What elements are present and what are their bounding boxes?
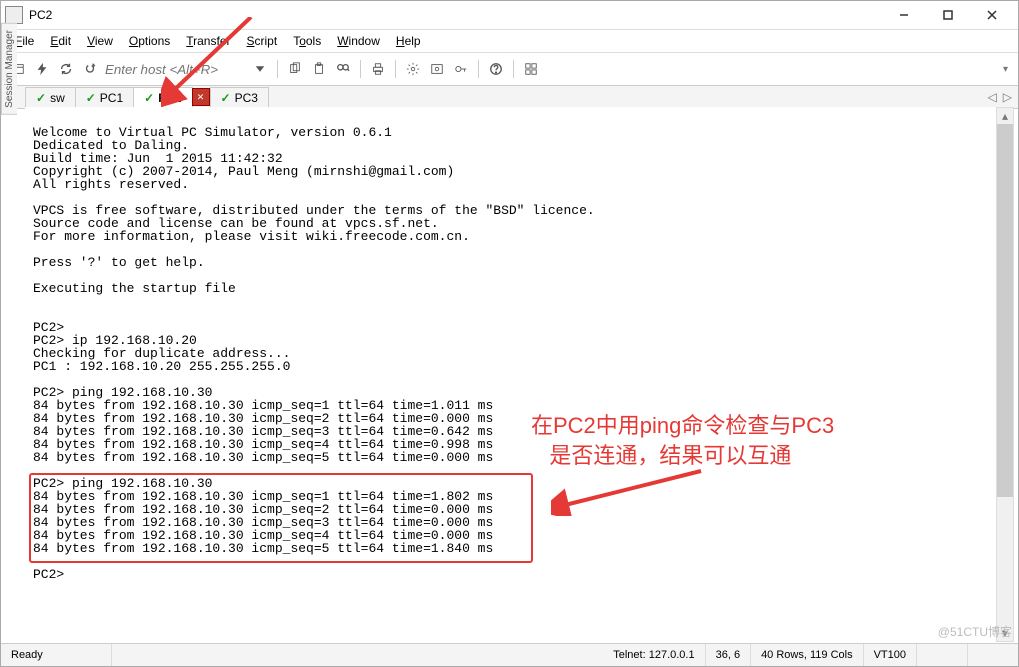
session-options-icon[interactable]: [426, 58, 448, 80]
menu-help[interactable]: Help: [388, 32, 429, 50]
settings-icon[interactable]: [402, 58, 424, 80]
watermark: @51CTU博客: [938, 623, 1012, 640]
tab-scroll-right-icon[interactable]: ▷: [1003, 90, 1012, 104]
menu-view[interactable]: View: [79, 32, 121, 50]
maximize-button[interactable]: [926, 3, 970, 27]
terminal-output[interactable]: Welcome to Virtual PC Simulator, version…: [25, 107, 998, 642]
status-connection: Telnet: 127.0.0.1: [603, 644, 705, 666]
separator: [360, 60, 361, 78]
lightning-icon[interactable]: [31, 58, 53, 80]
tab-scroll-left-icon[interactable]: ◁: [988, 90, 997, 104]
separator: [395, 60, 396, 78]
toolbar-overflow-icon[interactable]: ▾: [999, 64, 1012, 75]
check-icon: ✓: [86, 91, 96, 105]
tab-label: PC2: [158, 91, 181, 105]
tab-scroll: ◁ ▷: [988, 90, 1018, 104]
status-ready: Ready: [1, 644, 112, 666]
menu-tools[interactable]: Tools: [285, 32, 329, 50]
status-size: 40 Rows, 119 Cols: [751, 644, 864, 666]
app-icon: [5, 6, 23, 24]
status-caps: [917, 644, 968, 666]
tab-label: sw: [50, 91, 65, 105]
tab-pc2[interactable]: ✓ PC2: [133, 87, 192, 108]
close-tab-button[interactable]: ✕: [192, 88, 210, 106]
refresh-icon[interactable]: [55, 58, 77, 80]
scroll-up-icon[interactable]: ▴: [997, 108, 1013, 124]
print-icon[interactable]: [367, 58, 389, 80]
host-input[interactable]: [103, 60, 247, 79]
check-icon: ✓: [36, 91, 46, 105]
separator: [513, 60, 514, 78]
tab-pc3[interactable]: ✓ PC3: [210, 87, 269, 108]
key-icon[interactable]: [450, 58, 472, 80]
menu-window[interactable]: Window: [329, 32, 388, 50]
status-num: [968, 644, 1018, 666]
app-window: PC2 File Edit View Options Transfer Scri…: [0, 0, 1019, 667]
menu-options[interactable]: Options: [121, 32, 178, 50]
separator: [478, 60, 479, 78]
toolbar: ▾: [1, 53, 1018, 86]
status-emulation: VT100: [864, 644, 917, 666]
reconnect-icon[interactable]: [79, 58, 101, 80]
window-controls: [882, 3, 1014, 27]
tab-label: PC1: [100, 91, 123, 105]
menu-edit[interactable]: Edit: [42, 32, 79, 50]
vertical-scrollbar[interactable]: ▴ ▾: [996, 107, 1014, 642]
paste-icon[interactable]: [308, 58, 330, 80]
tabstrip: ✓ sw ✓ PC1 ✓ PC2 ✕ ✓ PC3 ◁ ▷: [1, 86, 1018, 109]
history-dropdown-icon[interactable]: [249, 58, 271, 80]
close-button[interactable]: [970, 3, 1014, 27]
statusbar: Ready Telnet: 127.0.0.1 36, 6 40 Rows, 1…: [1, 643, 1018, 666]
tab-sw[interactable]: ✓ sw: [25, 87, 76, 108]
tab-pc1[interactable]: ✓ PC1: [75, 87, 134, 108]
menubar: File Edit View Options Transfer Script T…: [1, 30, 1018, 53]
check-icon: ✓: [221, 91, 231, 105]
tile-icon[interactable]: [520, 58, 542, 80]
check-icon: ✓: [144, 91, 154, 105]
window-title: PC2: [29, 8, 882, 22]
status-cursor-pos: 36, 6: [706, 644, 751, 666]
separator: [277, 60, 278, 78]
copy-icon[interactable]: [284, 58, 306, 80]
scroll-thumb[interactable]: [997, 124, 1013, 497]
help-icon[interactable]: [485, 58, 507, 80]
tab-label: PC3: [235, 91, 258, 105]
find-icon[interactable]: [332, 58, 354, 80]
session-manager-tab[interactable]: Session Manager: [1, 23, 17, 115]
menu-transfer[interactable]: Transfer: [178, 32, 238, 50]
minimize-button[interactable]: [882, 3, 926, 27]
menu-script[interactable]: Script: [239, 32, 286, 50]
titlebar: PC2: [1, 1, 1018, 30]
